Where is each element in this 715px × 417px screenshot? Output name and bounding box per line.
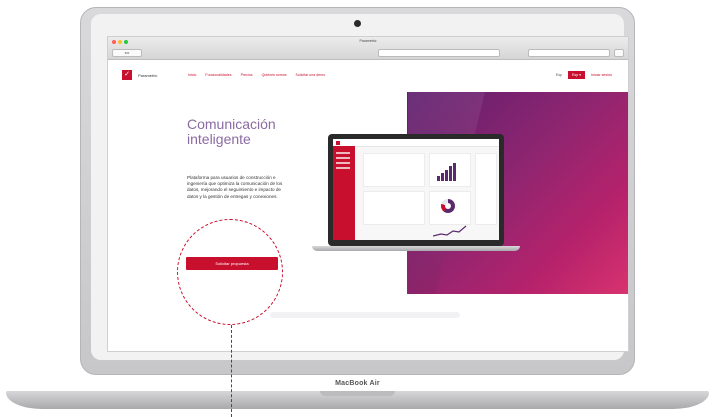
mockup-side-card bbox=[475, 153, 497, 225]
header-actions: Esp Esp ▾ Iniciar sesión bbox=[556, 71, 612, 79]
site-header: ✓ Parametric Inicio Funcionalidades Prec… bbox=[108, 59, 628, 95]
mockup-line-chart bbox=[433, 225, 467, 237]
main-nav: Inicio Funcionalidades Precios Quiénes s… bbox=[188, 73, 325, 77]
nav-item-funcionalidades[interactable]: Funcionalidades bbox=[205, 73, 231, 77]
language-label: Esp bbox=[555, 73, 563, 77]
laptop-base-notch bbox=[320, 391, 395, 396]
page-fade-element bbox=[270, 312, 460, 318]
mockup-card bbox=[363, 191, 425, 225]
mockup-sidebar bbox=[333, 146, 355, 240]
mockup-topbar bbox=[333, 139, 499, 147]
login-link[interactable]: Iniciar sesión bbox=[591, 73, 612, 77]
back-forward-buttons[interactable]: ◂ ▸ bbox=[112, 49, 142, 57]
camera-icon bbox=[354, 20, 361, 27]
url-bar[interactable] bbox=[378, 49, 500, 57]
browser-chrome: Parametric ◂ ▸ bbox=[108, 37, 628, 60]
logo-text[interactable]: Parametric bbox=[138, 73, 157, 78]
nav-item-solicitar-demo[interactable]: Solicitar una demo bbox=[296, 73, 326, 77]
laptop-brand-label: MacBook Air bbox=[335, 380, 380, 387]
hero-description: Plataforma para usuarios de construcción… bbox=[187, 175, 283, 199]
product-mockup-screen bbox=[333, 139, 499, 240]
mockup-card bbox=[363, 153, 425, 187]
browser-search-input[interactable] bbox=[528, 49, 610, 57]
nav-item-inicio[interactable]: Inicio bbox=[188, 73, 196, 77]
mockup-donut-chart bbox=[441, 199, 455, 213]
mockup-bar-chart bbox=[437, 163, 456, 181]
highlight-circle bbox=[177, 219, 283, 325]
language-select-button[interactable]: Esp ▾ bbox=[568, 71, 586, 79]
nav-item-quienes-somos[interactable]: Quiénes somos bbox=[262, 73, 287, 77]
nav-item-precios[interactable]: Precios bbox=[241, 73, 253, 77]
hero-title: Comunicación inteligente bbox=[187, 116, 276, 147]
product-mockup-base bbox=[312, 246, 520, 251]
reader-icon[interactable] bbox=[614, 49, 624, 57]
browser-tab-title: Parametric bbox=[359, 39, 377, 43]
logo-check-icon[interactable]: ✓ bbox=[122, 70, 132, 80]
mockup-logo-icon bbox=[336, 140, 340, 145]
annotation-leader-line bbox=[231, 325, 232, 417]
